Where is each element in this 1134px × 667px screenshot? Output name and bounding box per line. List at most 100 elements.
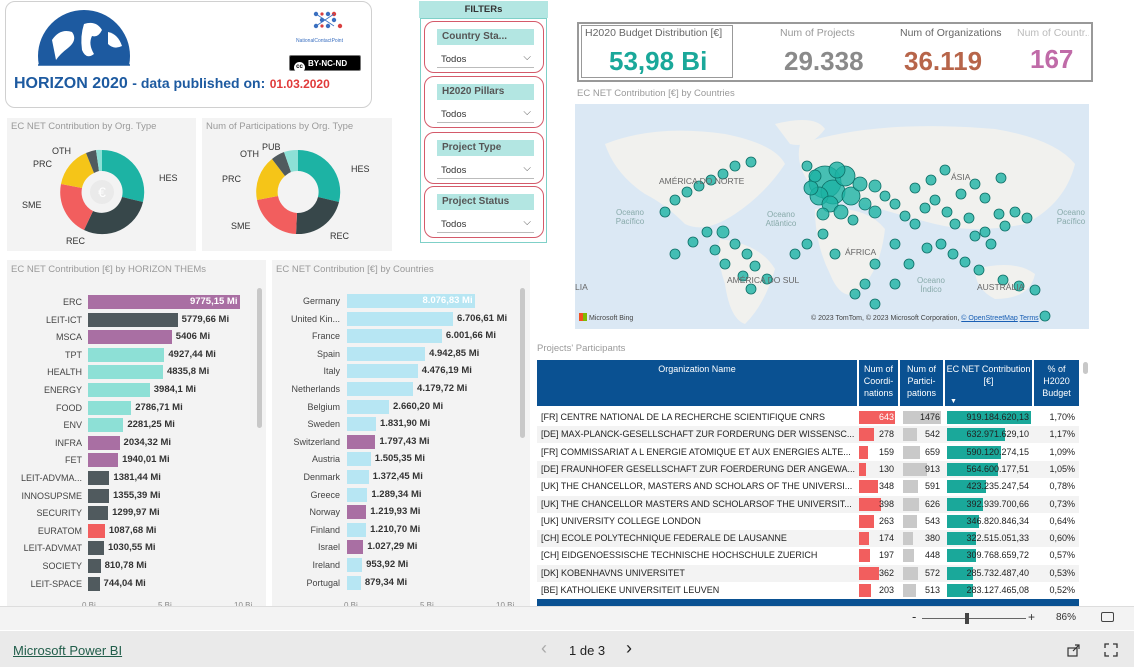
country-bubble[interactable] (659, 206, 671, 218)
country-bubble[interactable] (935, 238, 947, 250)
country-bubble[interactable] (789, 248, 801, 260)
country-bubble[interactable] (669, 194, 681, 206)
country-bubble[interactable] (716, 225, 730, 239)
country-bubble[interactable] (999, 220, 1011, 232)
country-bubble[interactable] (849, 288, 861, 300)
slice-rec[interactable] (296, 197, 339, 235)
bar[interactable] (347, 452, 371, 467)
country-bubble[interactable] (947, 248, 959, 260)
slice-sme[interactable] (257, 196, 297, 234)
country-bubble[interactable] (669, 248, 681, 260)
country-bubble[interactable] (985, 238, 997, 250)
country-bubble[interactable] (833, 204, 849, 220)
donut-chart-participations[interactable] (253, 147, 343, 237)
country-bubble[interactable] (903, 258, 915, 270)
bar[interactable] (347, 346, 426, 361)
country-bubble[interactable] (869, 258, 881, 270)
col-header-org-name[interactable]: Organization Name (537, 360, 857, 406)
country-bubble[interactable] (993, 208, 1005, 220)
country-bubble[interactable] (995, 172, 1007, 184)
country-bubble[interactable] (828, 161, 846, 179)
bar[interactable] (88, 559, 101, 573)
country-bubble[interactable] (701, 226, 713, 238)
country-bubble[interactable] (959, 256, 971, 268)
country-bubble[interactable] (719, 258, 731, 270)
zoom-slider[interactable] (922, 613, 1026, 624)
bar[interactable] (347, 364, 418, 379)
sort-desc-icon[interactable]: ▼ (950, 396, 957, 408)
country-bubble[interactable] (816, 207, 830, 221)
share-icon[interactable] (1067, 643, 1081, 657)
country-bubble[interactable] (909, 182, 921, 194)
country-bubble[interactable] (868, 205, 882, 219)
country-bubble[interactable] (969, 230, 981, 242)
bar[interactable] (88, 471, 110, 485)
country-bubble[interactable] (979, 226, 991, 238)
country-bubble[interactable] (829, 248, 841, 260)
bar[interactable] (347, 434, 376, 449)
filter-dropdown[interactable]: Todos ⌵ (437, 216, 534, 233)
country-bubble[interactable] (973, 264, 985, 276)
country-bubble[interactable] (741, 248, 753, 260)
bar[interactable] (88, 312, 178, 327)
filter-dropdown[interactable]: Todos ⌵ (437, 51, 534, 68)
table-row[interactable]: [UK] THE CHANCELLOR, MASTERS AND SCHOLAR… (537, 478, 1079, 495)
table-row[interactable]: [UK] UNIVERSITY COLLEGE LONDON 263 543 346.… (537, 513, 1079, 530)
country-bubble[interactable] (745, 283, 757, 295)
bar[interactable] (347, 505, 367, 520)
bar[interactable] (88, 365, 163, 380)
table-row[interactable]: [CH] ECOLE POLYTECHNIQUE FEDERALE DE LAU… (537, 530, 1079, 548)
country-bubble[interactable] (899, 210, 911, 222)
bar[interactable] (88, 330, 172, 345)
country-bubble[interactable] (801, 238, 813, 250)
country-bubble[interactable] (749, 260, 761, 272)
world-map[interactable] (575, 104, 1089, 329)
col-header-coordinations[interactable]: Num of Coordi-nations (858, 360, 898, 406)
country-bubble[interactable] (879, 190, 891, 202)
country-bubble[interactable] (869, 298, 881, 310)
country-bubble[interactable] (817, 228, 829, 240)
next-page-button[interactable]: › (626, 638, 632, 659)
country-bubble[interactable] (889, 238, 901, 250)
powerbi-link[interactable]: Microsoft Power BI (13, 643, 122, 658)
col-header-participations[interactable]: Num of Partici-pations (899, 360, 943, 406)
country-bubble[interactable] (847, 214, 859, 226)
filter-project-status[interactable]: Project Status Todos ⌵ (424, 186, 544, 238)
bar[interactable] (347, 311, 453, 326)
country-bubble[interactable] (729, 160, 741, 172)
map-container[interactable]: AMÉRICA DO NORTE ÁSIA AMÉRICA DO SUL AUS… (575, 104, 1089, 329)
country-bubble[interactable] (858, 197, 872, 211)
bar[interactable] (88, 435, 120, 450)
country-bubble[interactable] (941, 206, 953, 218)
bar[interactable] (347, 540, 364, 555)
country-bubble[interactable] (803, 180, 819, 196)
country-bubble[interactable] (921, 242, 933, 254)
bar[interactable] (347, 575, 361, 590)
slice-rec[interactable] (84, 197, 143, 235)
osm-link[interactable]: © OpenStreetMap (961, 315, 1018, 322)
col-header-pct-budget[interactable]: % of H2020 Budget (1033, 360, 1079, 406)
bar[interactable] (88, 506, 109, 521)
country-bubble[interactable] (808, 169, 822, 183)
table-row[interactable]: [DE] FRAUNHOFER GESELLSCHAFT ZUR FOERDER… (537, 460, 1079, 478)
country-bubble[interactable] (859, 278, 871, 290)
bar[interactable] (347, 417, 376, 432)
donut-chart-contribution[interactable]: € (57, 147, 147, 237)
bar[interactable] (88, 400, 132, 415)
country-bubble[interactable] (745, 156, 757, 168)
bar[interactable] (88, 347, 165, 362)
table-row[interactable]: [DE] MAX-PLANCK-GESELLSCHAFT ZUR FORDERU… (537, 426, 1079, 444)
bar[interactable] (88, 576, 100, 591)
country-bubble[interactable] (919, 202, 931, 214)
slice-hes[interactable] (298, 149, 341, 202)
table-row[interactable]: [DK] KOBENHAVNS UNIVERSITET 362 572 285.732… (537, 564, 1079, 582)
countries-scrollbar[interactable] (520, 288, 525, 438)
country-bubble[interactable] (949, 218, 961, 230)
fullscreen-icon[interactable] (1104, 643, 1118, 657)
table-row[interactable]: [BE] KATHOLIEKE UNIVERSITEIT LEUVEN 203 51… (537, 582, 1079, 599)
filter-dropdown[interactable]: Todos ⌵ (437, 106, 534, 123)
bar[interactable] (347, 382, 414, 396)
country-bubble[interactable] (1029, 284, 1041, 296)
country-bubble[interactable] (1039, 310, 1051, 322)
country-bubble[interactable] (929, 194, 941, 206)
